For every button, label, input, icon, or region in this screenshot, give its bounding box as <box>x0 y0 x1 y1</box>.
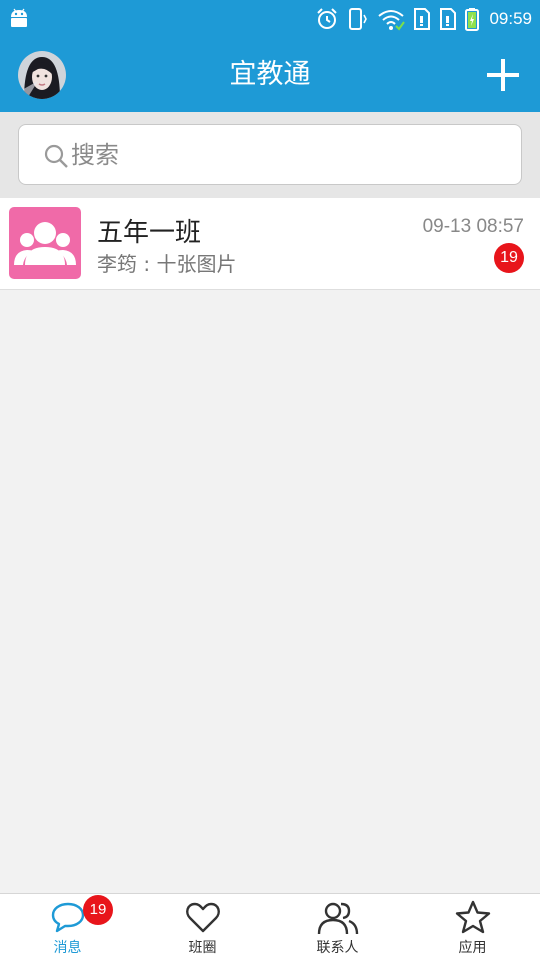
android-icon <box>11 8 27 27</box>
sim-card-icon <box>414 8 431 30</box>
vibrate-phone-icon <box>349 8 368 30</box>
tab-label: 应用 <box>458 940 487 956</box>
search-box[interactable] <box>18 124 522 185</box>
group-icon <box>14 222 76 265</box>
conversation-list: 五年一班 李筠 : 十张图片 09-13 08:57 19 <box>0 198 540 290</box>
tab-label: 班圈 <box>188 940 217 956</box>
unread-badge: 19 <box>494 243 524 273</box>
tab-contacts[interactable]: 联系人 <box>270 894 405 960</box>
heart-icon <box>185 902 220 933</box>
search-input[interactable] <box>71 135 501 175</box>
tab-label: 联系人 <box>316 940 359 956</box>
contacts-icon <box>317 902 358 935</box>
tab-label: 消息 <box>53 940 82 956</box>
group-avatar <box>9 207 81 279</box>
search-icon <box>44 144 68 168</box>
search-area <box>0 112 540 198</box>
bottom-tab-bar: 19 消息 班圈 联系人 应用 <box>0 893 540 960</box>
sim-card-icon <box>440 8 457 30</box>
conversation-item[interactable]: 五年一班 李筠 : 十张图片 09-13 08:57 19 <box>0 198 540 290</box>
app-title: 宜教通 <box>229 59 311 90</box>
battery-icon <box>465 8 480 31</box>
tab-badge: 19 <box>83 895 113 925</box>
alarm-icon <box>317 8 338 29</box>
conversation-time: 09-13 08:57 <box>422 216 524 237</box>
status-icons: 09:59 <box>315 6 532 32</box>
star-icon <box>455 900 490 934</box>
wifi-icon <box>378 10 406 31</box>
status-bar: 09:59 <box>0 0 540 38</box>
conversation-name: 五年一班 <box>97 218 202 248</box>
status-time: 09:59 <box>489 9 532 28</box>
tab-class-circle[interactable]: 班圈 <box>135 894 270 960</box>
title-bar: 宜教通 <box>0 38 540 112</box>
conversation-preview: 李筠 : 十张图片 <box>97 252 237 276</box>
chat-bubble-icon <box>51 902 84 933</box>
plus-icon[interactable] <box>486 58 520 92</box>
tab-messages[interactable]: 19 消息 <box>0 894 135 960</box>
tab-apps[interactable]: 应用 <box>405 894 540 960</box>
